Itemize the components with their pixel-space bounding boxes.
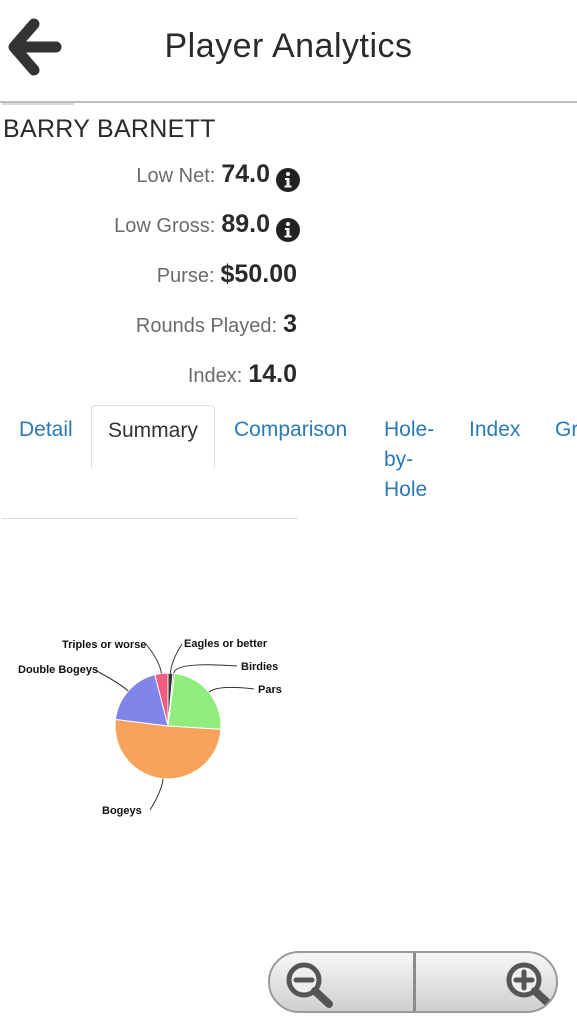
tab-hole-by-hole[interactable]: Hole- by- Hole <box>384 405 434 505</box>
player-name: BARRY BARNETT <box>3 115 216 143</box>
pie-chart-svg: Eagles or better Birdies Pars Bogeys Double … <box>18 638 282 817</box>
player-analytics-screen: Player Analytics BARRY BARNETT Low Net: … <box>0 0 577 1032</box>
zoom-out-button[interactable] <box>270 953 414 1011</box>
header: Player Analytics <box>0 0 577 105</box>
zoom-in-icon <box>506 962 553 1008</box>
stat-value: 14.0 <box>248 360 297 388</box>
pie-leader-line <box>170 643 183 674</box>
pie-leader-line <box>145 643 162 674</box>
tab-index[interactable]: Index <box>469 405 520 445</box>
stat-label: Low Net: <box>136 165 216 187</box>
header-divider <box>0 101 577 103</box>
pie-leader-line <box>208 686 255 693</box>
stat-purse: Purse: $50.00 <box>157 260 297 300</box>
tab-detail[interactable]: Detail <box>19 405 73 445</box>
pie-data-label: Triples or worse <box>62 639 146 651</box>
stat-value: 3 <box>283 310 297 338</box>
stat-index: Index: 14.0 <box>188 360 297 400</box>
stat-low-gross: Low Gross: 89.0 <box>114 210 300 250</box>
scoring-pie-chart: Eagles or better Birdies Pars Bogeys Double … <box>0 600 300 840</box>
tab-comparison[interactable]: Comparison <box>234 405 347 445</box>
info-icon[interactable] <box>276 218 300 242</box>
stat-label: Index: <box>187 365 243 387</box>
stat-label: Rounds Played: <box>135 315 278 337</box>
header-divider-accent <box>2 103 74 105</box>
stat-rounds-played: Rounds Played: 3 <box>136 310 297 350</box>
zoom-control <box>268 951 558 1013</box>
stat-label: Purse: <box>156 265 215 287</box>
tabs-divider <box>2 518 298 519</box>
stat-label: Low Gross: <box>114 215 216 237</box>
stat-value: 89.0 <box>221 210 270 238</box>
pie-leader-line <box>149 778 164 811</box>
pie-leader-line <box>94 669 129 692</box>
info-icon[interactable] <box>276 168 300 192</box>
pie-slice-bogeys[interactable] <box>114 718 222 780</box>
pie-data-label: Double Bogeys <box>18 664 98 676</box>
zoom-in-button[interactable] <box>416 953 556 1011</box>
pie-data-label: Eagles or better <box>184 638 268 650</box>
page-title: Player Analytics <box>164 27 413 65</box>
pie-data-label: Birdies <box>241 661 278 673</box>
tab-summary[interactable]: Summary <box>91 405 215 468</box>
pie-slice-pars[interactable] <box>167 672 222 730</box>
pie-data-label: Pars <box>258 684 282 696</box>
pie-data-label: Bogeys <box>102 805 142 817</box>
pie-leader-line <box>173 664 238 674</box>
zoom-out-icon <box>286 962 333 1008</box>
stat-low-net: Low Net: 74.0 <box>136 160 300 200</box>
stat-value: 74.0 <box>221 160 270 188</box>
stat-value: $50.00 <box>220 260 297 288</box>
tab-bar: Detail Summary Comparison Hole- by- Hole… <box>0 405 577 525</box>
tab-graphs[interactable]: Gr <box>555 405 577 445</box>
